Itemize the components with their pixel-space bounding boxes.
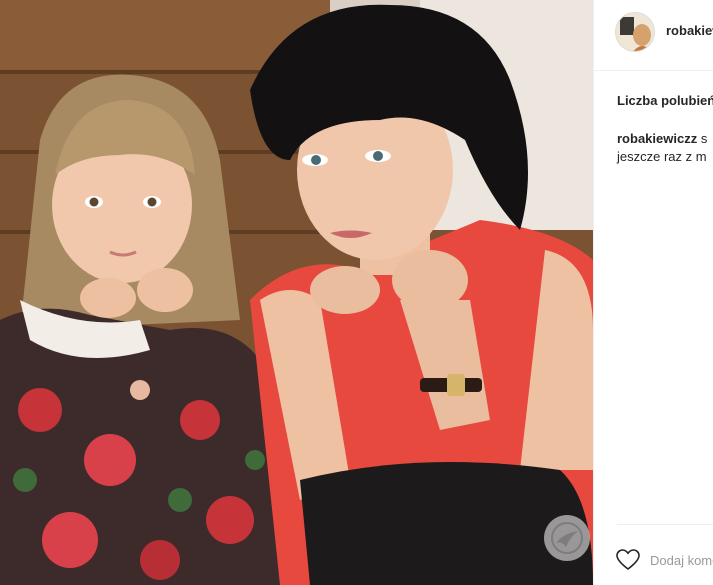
comment-input[interactable]: [650, 549, 713, 571]
avatar[interactable]: [615, 12, 655, 52]
photo-image: [0, 0, 593, 585]
post-caption: robakiewiczz s jeszcze raz z m: [617, 130, 707, 166]
username-link[interactable]: robakiewiczz: [666, 23, 713, 38]
post-sidebar: robakiewiczz Liczba polubień robakiewicz…: [593, 0, 713, 585]
comment-bar: [594, 525, 713, 585]
post-header: robakiewiczz: [594, 0, 713, 71]
likes-count[interactable]: Liczba polubień: [617, 93, 713, 108]
caption-text-line1: s: [700, 131, 708, 146]
post-photo[interactable]: [0, 0, 593, 585]
watermark-logo-icon: [544, 515, 590, 561]
caption-username[interactable]: robakiewiczz: [617, 131, 697, 146]
caption-text-line2: jeszcze raz z m: [617, 149, 707, 164]
heart-outline-icon[interactable]: [616, 549, 640, 571]
